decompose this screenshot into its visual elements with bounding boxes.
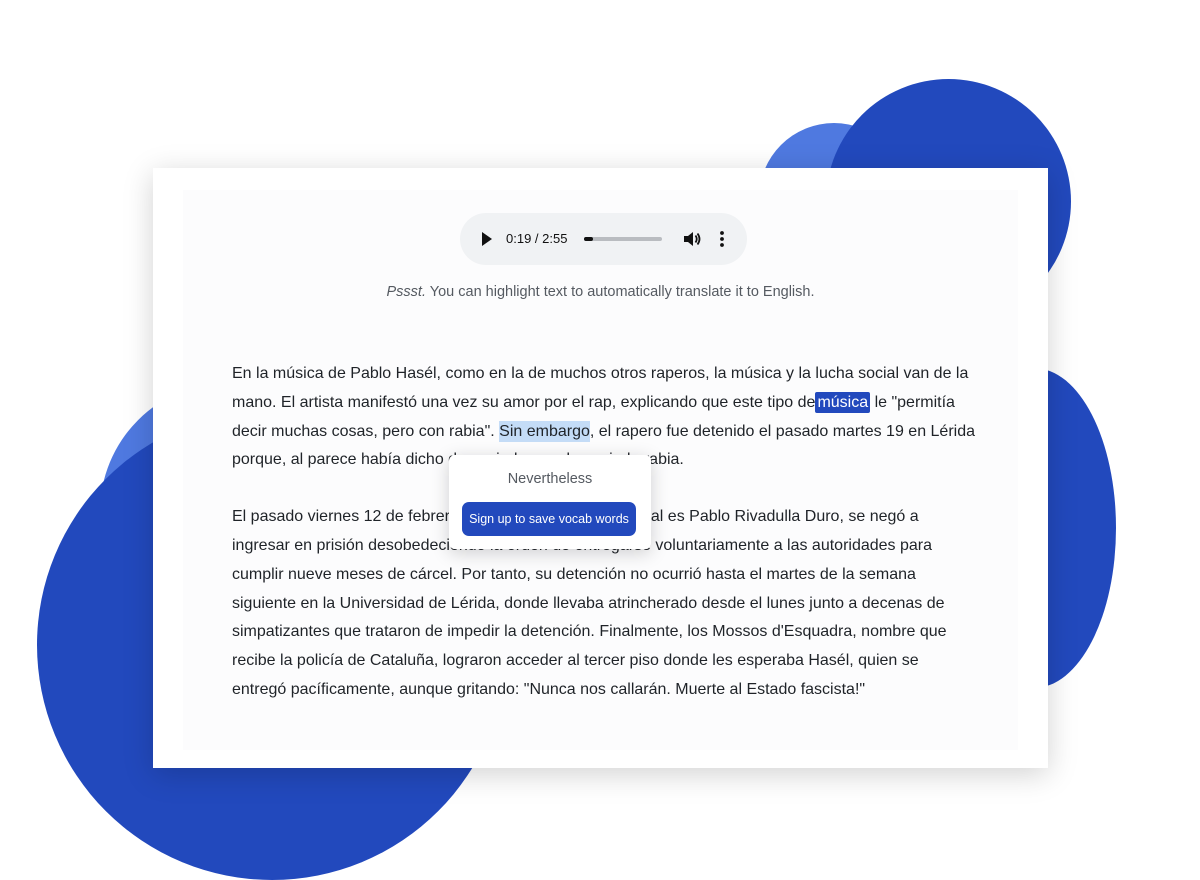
audio-player: 0:19 / 2:55: [460, 213, 747, 265]
hint-prefix: Pssst.: [386, 284, 426, 300]
play-icon[interactable]: [482, 232, 492, 246]
hint-text: You can highlight text to automatically …: [425, 284, 815, 300]
audio-progress-fill: [584, 237, 593, 241]
audio-progress-bar[interactable]: [584, 237, 662, 241]
signup-button[interactable]: Sign up to save vocab words: [462, 502, 636, 536]
highlighted-word[interactable]: música: [815, 391, 871, 413]
audio-time-display: 0:19 / 2:55: [506, 231, 568, 246]
volume-icon[interactable]: [682, 229, 702, 249]
highlight-hint: Pssst. You can highlight text to automat…: [153, 284, 1048, 300]
selected-text[interactable]: Sin embargo: [499, 420, 590, 442]
more-options-icon[interactable]: [714, 229, 730, 249]
translation-text: Nevertheless: [507, 471, 593, 487]
translation-popover: Nevertheless Sign up to save vocab words: [449, 455, 651, 549]
